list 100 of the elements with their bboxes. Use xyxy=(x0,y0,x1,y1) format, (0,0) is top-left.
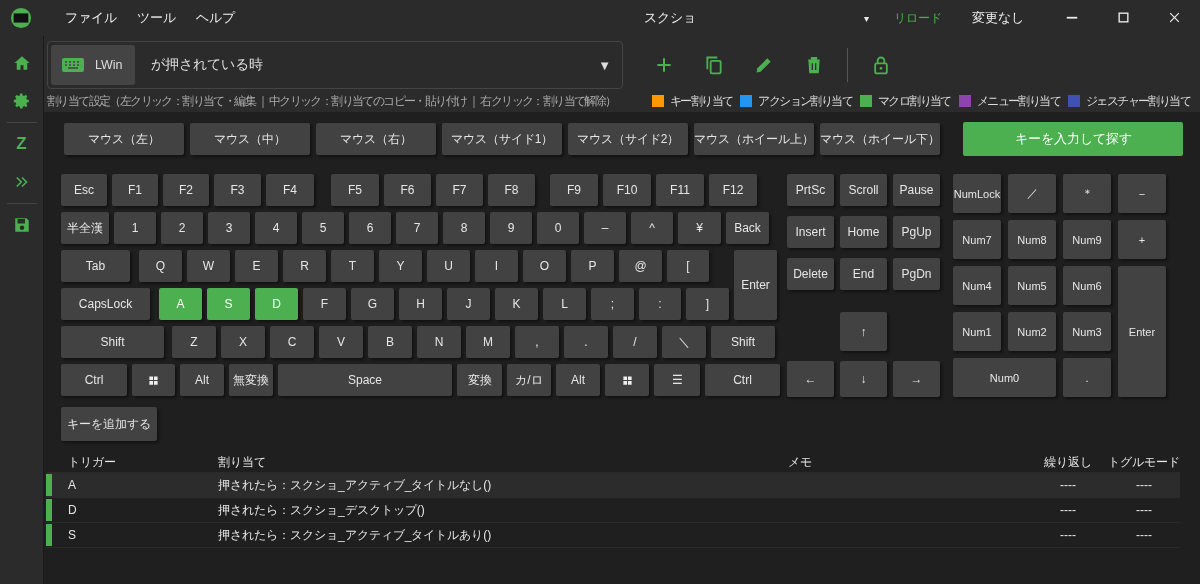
keyboard-key[interactable]: Num2 xyxy=(1008,312,1056,351)
keyboard-key[interactable]: F1 xyxy=(112,174,158,206)
column-header[interactable]: メモ xyxy=(788,453,1028,471)
keyboard-key[interactable]: / xyxy=(613,326,657,358)
mouse-button[interactable]: マウス（右） xyxy=(316,123,436,155)
keyboard-key[interactable]: CapsLock xyxy=(61,288,150,320)
keyboard-key[interactable]: W xyxy=(187,250,230,282)
keyboard-key[interactable]: K xyxy=(495,288,538,320)
add-key-button[interactable]: キーを追加する xyxy=(61,407,157,441)
keyboard-key[interactable]: + xyxy=(1118,220,1166,259)
keyboard-key[interactable]: Num3 xyxy=(1063,312,1111,351)
column-header[interactable]: トグルモード xyxy=(1108,453,1180,471)
keyboard-key[interactable]: ↑ xyxy=(840,312,887,351)
add-icon[interactable] xyxy=(654,55,674,75)
keyboard-key[interactable]: 6 xyxy=(349,212,391,244)
keyboard-key[interactable]: Esc xyxy=(61,174,107,206)
keyboard-key[interactable]: ] xyxy=(686,288,729,320)
close-icon[interactable] xyxy=(1168,11,1181,24)
keyboard-key[interactable]: I xyxy=(475,250,518,282)
keyboard-key[interactable]: F3 xyxy=(214,174,261,206)
keyboard-key[interactable]: F xyxy=(303,288,346,320)
keyboard-key[interactable]: M xyxy=(466,326,510,358)
keyboard-key[interactable]: O xyxy=(523,250,566,282)
trigger-dropdown[interactable]: LWin が押されている時 ▼ xyxy=(47,41,623,89)
keyboard-key[interactable]: F7 xyxy=(436,174,483,206)
keyboard-key[interactable]: Ctrl xyxy=(705,364,780,396)
profile-dropdown[interactable]: ▾ xyxy=(864,12,869,24)
keyboard-key[interactable]: Num9 xyxy=(1063,220,1111,259)
menu-item[interactable]: ファイル xyxy=(55,9,127,27)
keyboard-key[interactable]: End xyxy=(840,258,887,290)
keyboard-key[interactable]: Y xyxy=(379,250,422,282)
keyboard-key[interactable]: F9 xyxy=(550,174,598,206)
reload-link[interactable]: リロード xyxy=(894,9,942,27)
keyboard-key[interactable]: 無変換 xyxy=(229,364,273,396)
keyboard-key[interactable]: Num1 xyxy=(953,312,1001,351)
keyboard-key[interactable]: . xyxy=(564,326,608,358)
keyboard-key[interactable]: 5 xyxy=(302,212,344,244)
mouse-button[interactable]: マウス（ホイール上） xyxy=(694,123,814,155)
keyboard-key[interactable]: 2 xyxy=(161,212,203,244)
keyboard-key[interactable]: C xyxy=(270,326,314,358)
keyboard-key[interactable]: P xyxy=(571,250,614,282)
keyboard-key[interactable]: Num0 xyxy=(953,358,1056,397)
keyboard-key[interactable]: . xyxy=(1063,358,1111,397)
keyboard-key[interactable]: 7 xyxy=(396,212,438,244)
mouse-button[interactable]: マウス（サイド2） xyxy=(568,123,688,155)
keyboard-key[interactable] xyxy=(132,364,175,396)
keyboard-key[interactable]: Num4 xyxy=(953,266,1001,305)
keyboard-key[interactable]: U xyxy=(427,250,470,282)
keyboard-key[interactable]: ＊ xyxy=(1063,174,1111,213)
keyboard-key[interactable] xyxy=(605,364,649,396)
keyboard-key[interactable]: Delete xyxy=(787,258,834,290)
keyboard-key[interactable]: L xyxy=(543,288,586,320)
keyboard-key[interactable]: カ/ロ xyxy=(507,364,551,396)
keyboard-key[interactable]: Shift xyxy=(61,326,164,358)
keyboard-key[interactable]: 9 xyxy=(490,212,532,244)
settings-icon[interactable] xyxy=(12,92,31,110)
keyboard-key[interactable]: , xyxy=(515,326,559,358)
maximize-icon[interactable] xyxy=(1117,11,1130,24)
copy-icon[interactable] xyxy=(704,55,724,75)
keyboard-key[interactable]: – xyxy=(584,212,626,244)
keyboard-key[interactable]: E xyxy=(235,250,278,282)
keyboard-key[interactable]: Space xyxy=(278,364,452,396)
mouse-button[interactable]: マウス（中） xyxy=(190,123,310,155)
keyboard-key[interactable]: G xyxy=(351,288,394,320)
pencil-icon[interactable] xyxy=(754,55,774,75)
keyboard-key[interactable]: PgDn xyxy=(893,258,940,290)
keyboard-key[interactable]: → xyxy=(893,361,940,397)
keyboard-key[interactable]: 半全漢 xyxy=(61,212,109,244)
keyboard-key[interactable]: 4 xyxy=(255,212,297,244)
keyboard-key[interactable]: Alt xyxy=(180,364,224,396)
keyboard-key[interactable]: Q xyxy=(139,250,182,282)
keyboard-key[interactable]: J xyxy=(447,288,490,320)
keyboard-key[interactable]: N xyxy=(417,326,461,358)
keyboard-key[interactable]: ^ xyxy=(631,212,673,244)
sidebar-item[interactable]: Z xyxy=(16,134,27,154)
keyboard-key[interactable]: Z xyxy=(172,326,216,358)
keyboard-key[interactable]: ↓ xyxy=(840,361,887,397)
keyboard-key[interactable]: Num6 xyxy=(1063,266,1111,305)
keyboard-key[interactable]: R xyxy=(283,250,326,282)
keyboard-key[interactable]: T xyxy=(331,250,374,282)
save-icon[interactable] xyxy=(12,216,31,234)
keyboard-key[interactable]: ＼ xyxy=(662,326,706,358)
keyboard-key[interactable]: Insert xyxy=(787,216,834,248)
keyboard-key[interactable]: F8 xyxy=(488,174,535,206)
keyboard-key[interactable]: F2 xyxy=(163,174,209,206)
keyboard-key[interactable]: F12 xyxy=(709,174,757,206)
keyboard-key[interactable]: Tab xyxy=(61,250,130,282)
keyboard-key[interactable]: X xyxy=(221,326,265,358)
keyboard-key[interactable]: F11 xyxy=(656,174,704,206)
keyboard-key[interactable]: ; xyxy=(591,288,634,320)
keyboard-key[interactable]: Scroll xyxy=(840,174,887,206)
mouse-button[interactable]: マウス（サイド1） xyxy=(442,123,562,155)
keyboard-key[interactable]: PrtSc xyxy=(787,174,834,206)
column-header[interactable]: トリガー xyxy=(68,453,218,471)
column-header[interactable]: 割り当て xyxy=(218,453,788,471)
keyboard-key[interactable]: H xyxy=(399,288,442,320)
keyboard-key[interactable]: Alt xyxy=(556,364,600,396)
keyboard-key[interactable]: : xyxy=(639,288,681,320)
keyboard-key[interactable]: PgUp xyxy=(893,216,940,248)
lock-icon[interactable] xyxy=(871,55,891,75)
